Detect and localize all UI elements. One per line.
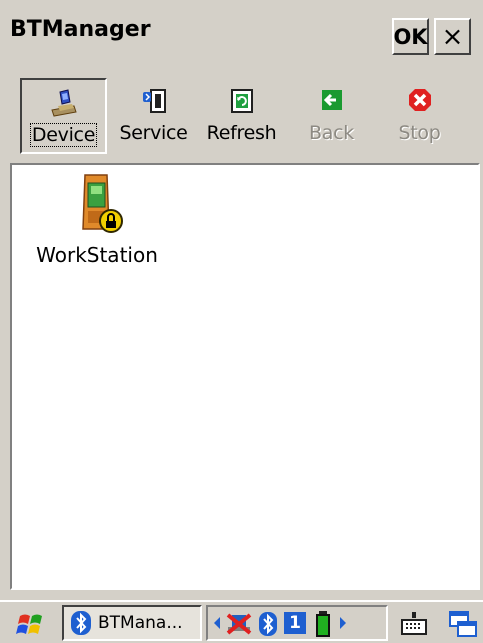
taskbar-app-label: BTMana...	[98, 613, 183, 633]
stop-button[interactable]: Stop	[376, 78, 463, 154]
ok-button[interactable]: OK	[392, 18, 429, 55]
device-name: WorkStation	[36, 243, 158, 267]
system-tray: 1	[206, 605, 388, 641]
refresh-label: Refresh	[206, 122, 277, 144]
input-mode-badge[interactable]: 1	[284, 612, 306, 634]
title-bar: BTManager OK ×	[0, 0, 483, 60]
window-title: BTManager	[10, 17, 151, 42]
close-button[interactable]: ×	[434, 18, 471, 55]
device-label: Device	[29, 123, 98, 147]
back-button[interactable]: Back	[288, 78, 375, 154]
service-button[interactable]: Service	[110, 78, 197, 154]
locked-pda-icon	[82, 174, 123, 233]
refresh-button[interactable]: Refresh	[198, 78, 285, 154]
stop-label: Stop	[398, 122, 441, 144]
device-button[interactable]: Device	[20, 78, 107, 154]
taskbar-app-btmanager[interactable]: BTMana...	[62, 605, 202, 641]
service-icon	[142, 89, 166, 113]
toolbar: Device Service Refresh Back Stop	[20, 78, 480, 155]
tray-scroll-right-icon[interactable]	[338, 616, 348, 630]
back-arrow-icon	[321, 90, 342, 110]
start-windows-flag-icon[interactable]	[16, 608, 48, 640]
tray-scroll-left-icon[interactable]	[212, 616, 222, 630]
battery-icon[interactable]	[314, 610, 332, 638]
keyboard-icon[interactable]	[398, 608, 430, 640]
device-list: WorkStation	[10, 163, 480, 590]
service-label: Service	[119, 122, 188, 144]
back-label: Back	[309, 122, 354, 144]
taskbar: BTMana... 1	[0, 600, 483, 643]
bluetooth-icon	[71, 611, 91, 635]
device-icon	[50, 89, 77, 117]
stop-icon	[408, 89, 431, 111]
network-disconnected-icon[interactable]	[224, 611, 254, 637]
show-desktop-icon[interactable]	[447, 608, 479, 640]
refresh-icon	[230, 89, 253, 113]
bluetooth-tray-icon[interactable]	[258, 611, 278, 637]
device-item-workstation[interactable]: WorkStation	[22, 173, 172, 273]
